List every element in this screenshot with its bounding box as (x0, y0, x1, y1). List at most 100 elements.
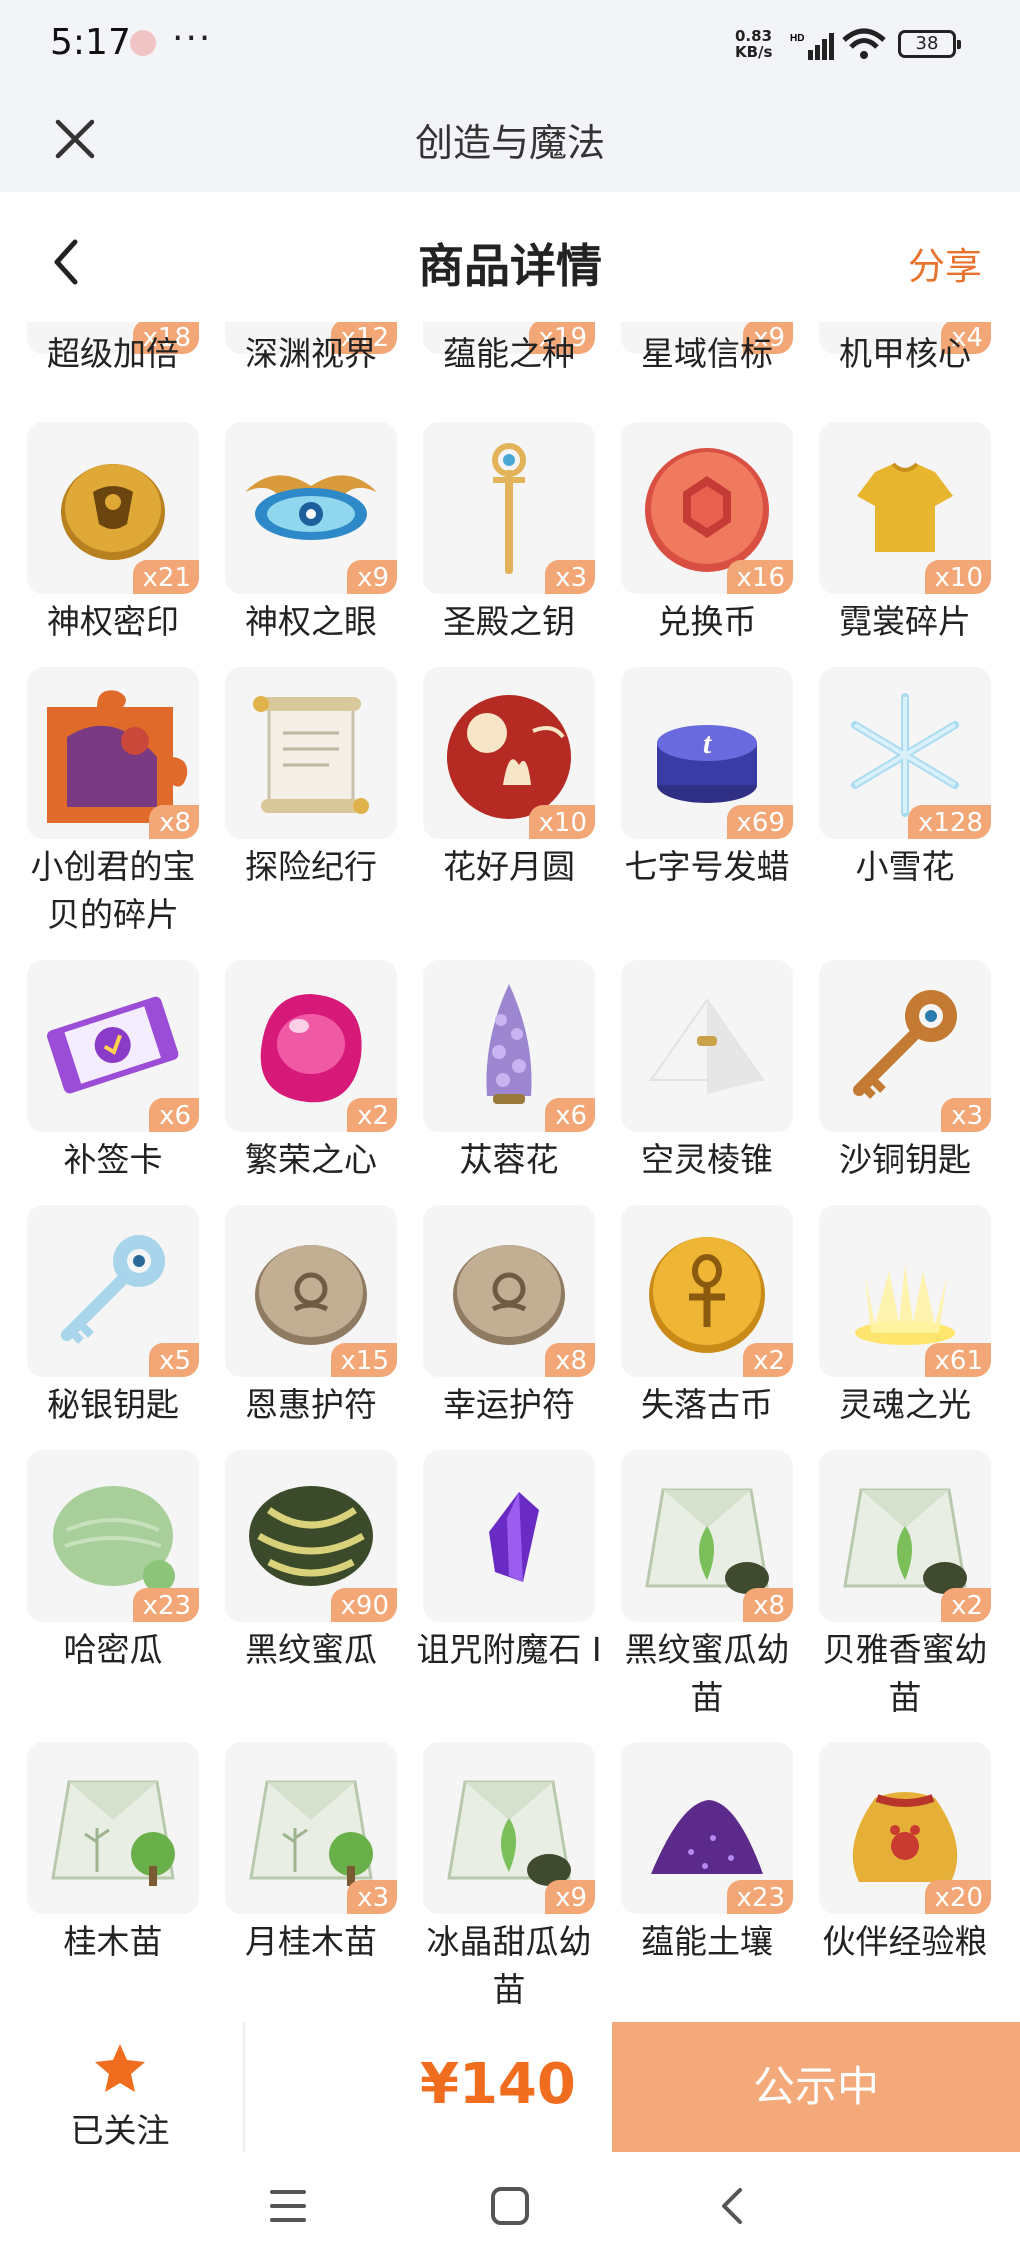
item-tile: x21 (27, 422, 199, 594)
grid-item[interactable]: 空灵棱锥 (594, 960, 794, 1240)
bottom-action-bar: 已关注 ¥140 公示中 (0, 2022, 1020, 2152)
item-quantity: x8 (545, 1343, 595, 1377)
grid-item[interactable]: 诅咒附魔石 I (396, 1450, 602, 1730)
item-quantity: x128 (907, 805, 991, 839)
grid-item[interactable]: x90 黑纹蜜瓜 (198, 1450, 398, 1730)
grid-item[interactable]: x6 补签卡 (0, 960, 200, 1240)
share-button[interactable]: 分享 (908, 236, 982, 290)
scroll-icon (253, 696, 369, 814)
item-name: 沙铜钥匙 (839, 1140, 971, 1179)
item-quantity: x10 (528, 805, 595, 839)
grid-item[interactable]: x8 幸运护符 (396, 1205, 596, 1485)
item-tile: x3 (423, 422, 595, 594)
grid-item[interactable]: x15 恩惠护符 (198, 1205, 398, 1485)
app-bar: 创造与魔法 (0, 90, 1020, 192)
grid-item[interactable]: x128 小雪花 (792, 667, 992, 947)
battery-icon: 38 (898, 30, 961, 58)
grid-item[interactable]: x9 星域信标 (594, 322, 794, 382)
item-tile: x23 (621, 1742, 793, 1914)
grid-item[interactable]: x12 深渊视界 (198, 322, 398, 382)
item-name: 诅咒附魔石 I (416, 1630, 602, 1669)
network-speed: 0.83 KB/s (735, 28, 772, 60)
grid-item[interactable]: x8 小创君的宝贝的碎片 (0, 667, 200, 947)
grid-item[interactable]: x5 秘银钥匙 (0, 1205, 200, 1485)
grid-item[interactable]: x23 哈密瓜 (0, 1450, 200, 1730)
grid-item[interactable]: x3 圣殿之钥 (396, 422, 596, 702)
grid-item[interactable]: x6 苁蓉花 (396, 960, 596, 1240)
grid-item[interactable]: x10 霓裳碎片 (792, 422, 992, 702)
item-name: 圣殿之钥 (443, 602, 575, 641)
item-tile: x2 (819, 1450, 991, 1622)
speed-value: 0.83 (735, 27, 773, 45)
grid-item[interactable]: x8 黑纹蜜瓜幼苗 (594, 1450, 794, 1730)
grid-item[interactable]: x19 蕴能之种 (396, 322, 596, 382)
item-quantity: x2 (743, 1343, 793, 1377)
item-quantity: x69 (726, 805, 793, 839)
item-quantity: x20 (924, 1880, 991, 1914)
item-name: 失落古币 (641, 1385, 773, 1424)
menu-icon[interactable] (268, 2184, 308, 2228)
grid-item[interactable]: x61 灵魂之光 (792, 1205, 992, 1485)
item-quantity: x2 (941, 1588, 991, 1622)
grid-item[interactable]: x23 蕴能土壤 (594, 1742, 794, 2022)
grid-item[interactable]: x4 机甲核心 (792, 322, 992, 382)
publicity-button[interactable]: 公示中 (612, 2022, 1020, 2152)
item-name: 神权密印 (47, 602, 179, 641)
item-tile (621, 960, 793, 1132)
grid-item[interactable]: x9 神权之眼 (198, 422, 398, 702)
tree-seed-packet-icon (51, 1780, 175, 1886)
item-tile: x20 (819, 1742, 991, 1914)
item-name: 兑换币 (657, 602, 757, 641)
item-tile: x8 (423, 1205, 595, 1377)
item-tile: x10 (819, 422, 991, 594)
signal-icon: HD (790, 33, 834, 60)
location-icon (130, 30, 156, 56)
item-tile: x8 (621, 1450, 793, 1622)
grid-item[interactable]: x2 失落古币 (594, 1205, 794, 1485)
grid-item[interactable]: 桂木苗 (0, 1742, 200, 2022)
item-tile: x6 (27, 960, 199, 1132)
item-name: 花好月圆 (443, 847, 575, 886)
grid-item[interactable]: x2 繁荣之心 (198, 960, 398, 1240)
item-name: 七字号发蜡 (624, 847, 790, 886)
item-quantity: x3 (347, 1880, 397, 1914)
grid-item[interactable]: x3 月桂木苗 (198, 1742, 398, 2022)
follow-button[interactable]: 已关注 (40, 2042, 200, 2152)
home-square-icon[interactable] (488, 2184, 532, 2228)
grid-item[interactable]: x3 沙铜钥匙 (792, 960, 992, 1240)
item-quantity: x90 (330, 1588, 397, 1622)
item-name: 恩惠护符 (245, 1385, 377, 1424)
grid-item[interactable]: x16 兑换币 (594, 422, 794, 702)
grid-item[interactable]: 探险纪行 (198, 667, 398, 947)
back-arrow-icon[interactable] (712, 2184, 752, 2228)
grid-item[interactable]: x21 神权密印 (0, 422, 200, 702)
item-name: 神权之眼 (245, 602, 377, 641)
grid-item[interactable]: x2 贝雅香蜜幼苗 (792, 1450, 992, 1730)
item-name: 空灵棱锥 (641, 1140, 773, 1179)
item-name: 机甲核心 (839, 334, 971, 373)
item-name: 伙伴经验粮 (822, 1922, 988, 1961)
item-quantity: x6 (545, 1098, 595, 1132)
price: ¥140 (420, 2052, 576, 2117)
item-quantity: x15 (330, 1343, 397, 1377)
item-tile: x23 (27, 1450, 199, 1622)
grid-item[interactable]: x10 花好月圆 (396, 667, 596, 947)
item-tile: x9 (225, 422, 397, 594)
item-name: 小创君的宝贝的碎片 (30, 847, 196, 934)
item-name: 霓裳碎片 (839, 602, 971, 641)
item-quantity: x10 (924, 560, 991, 594)
item-tile: x61 (819, 1205, 991, 1377)
grid-item[interactable]: x9 冰晶甜瓜幼苗 (396, 1742, 596, 2022)
item-name: 冰晶甜瓜幼苗 (426, 1922, 592, 2009)
speed-unit: KB/s (735, 43, 773, 61)
star-icon (95, 2044, 145, 2092)
item-tile: x5 (27, 1205, 199, 1377)
grid-item[interactable]: x20 伙伴经验粮 (792, 1742, 992, 2022)
grid-item[interactable]: t x69 七字号发蜡 (594, 667, 794, 947)
grid-item[interactable]: x18 超级加倍 (0, 322, 200, 382)
item-name: 蕴能之种 (443, 334, 575, 373)
item-tile: x10 (423, 667, 595, 839)
item-tile: x3 (225, 1742, 397, 1914)
more-notifications-icon: ··· (172, 18, 213, 59)
item-name: 星域信标 (641, 334, 773, 373)
